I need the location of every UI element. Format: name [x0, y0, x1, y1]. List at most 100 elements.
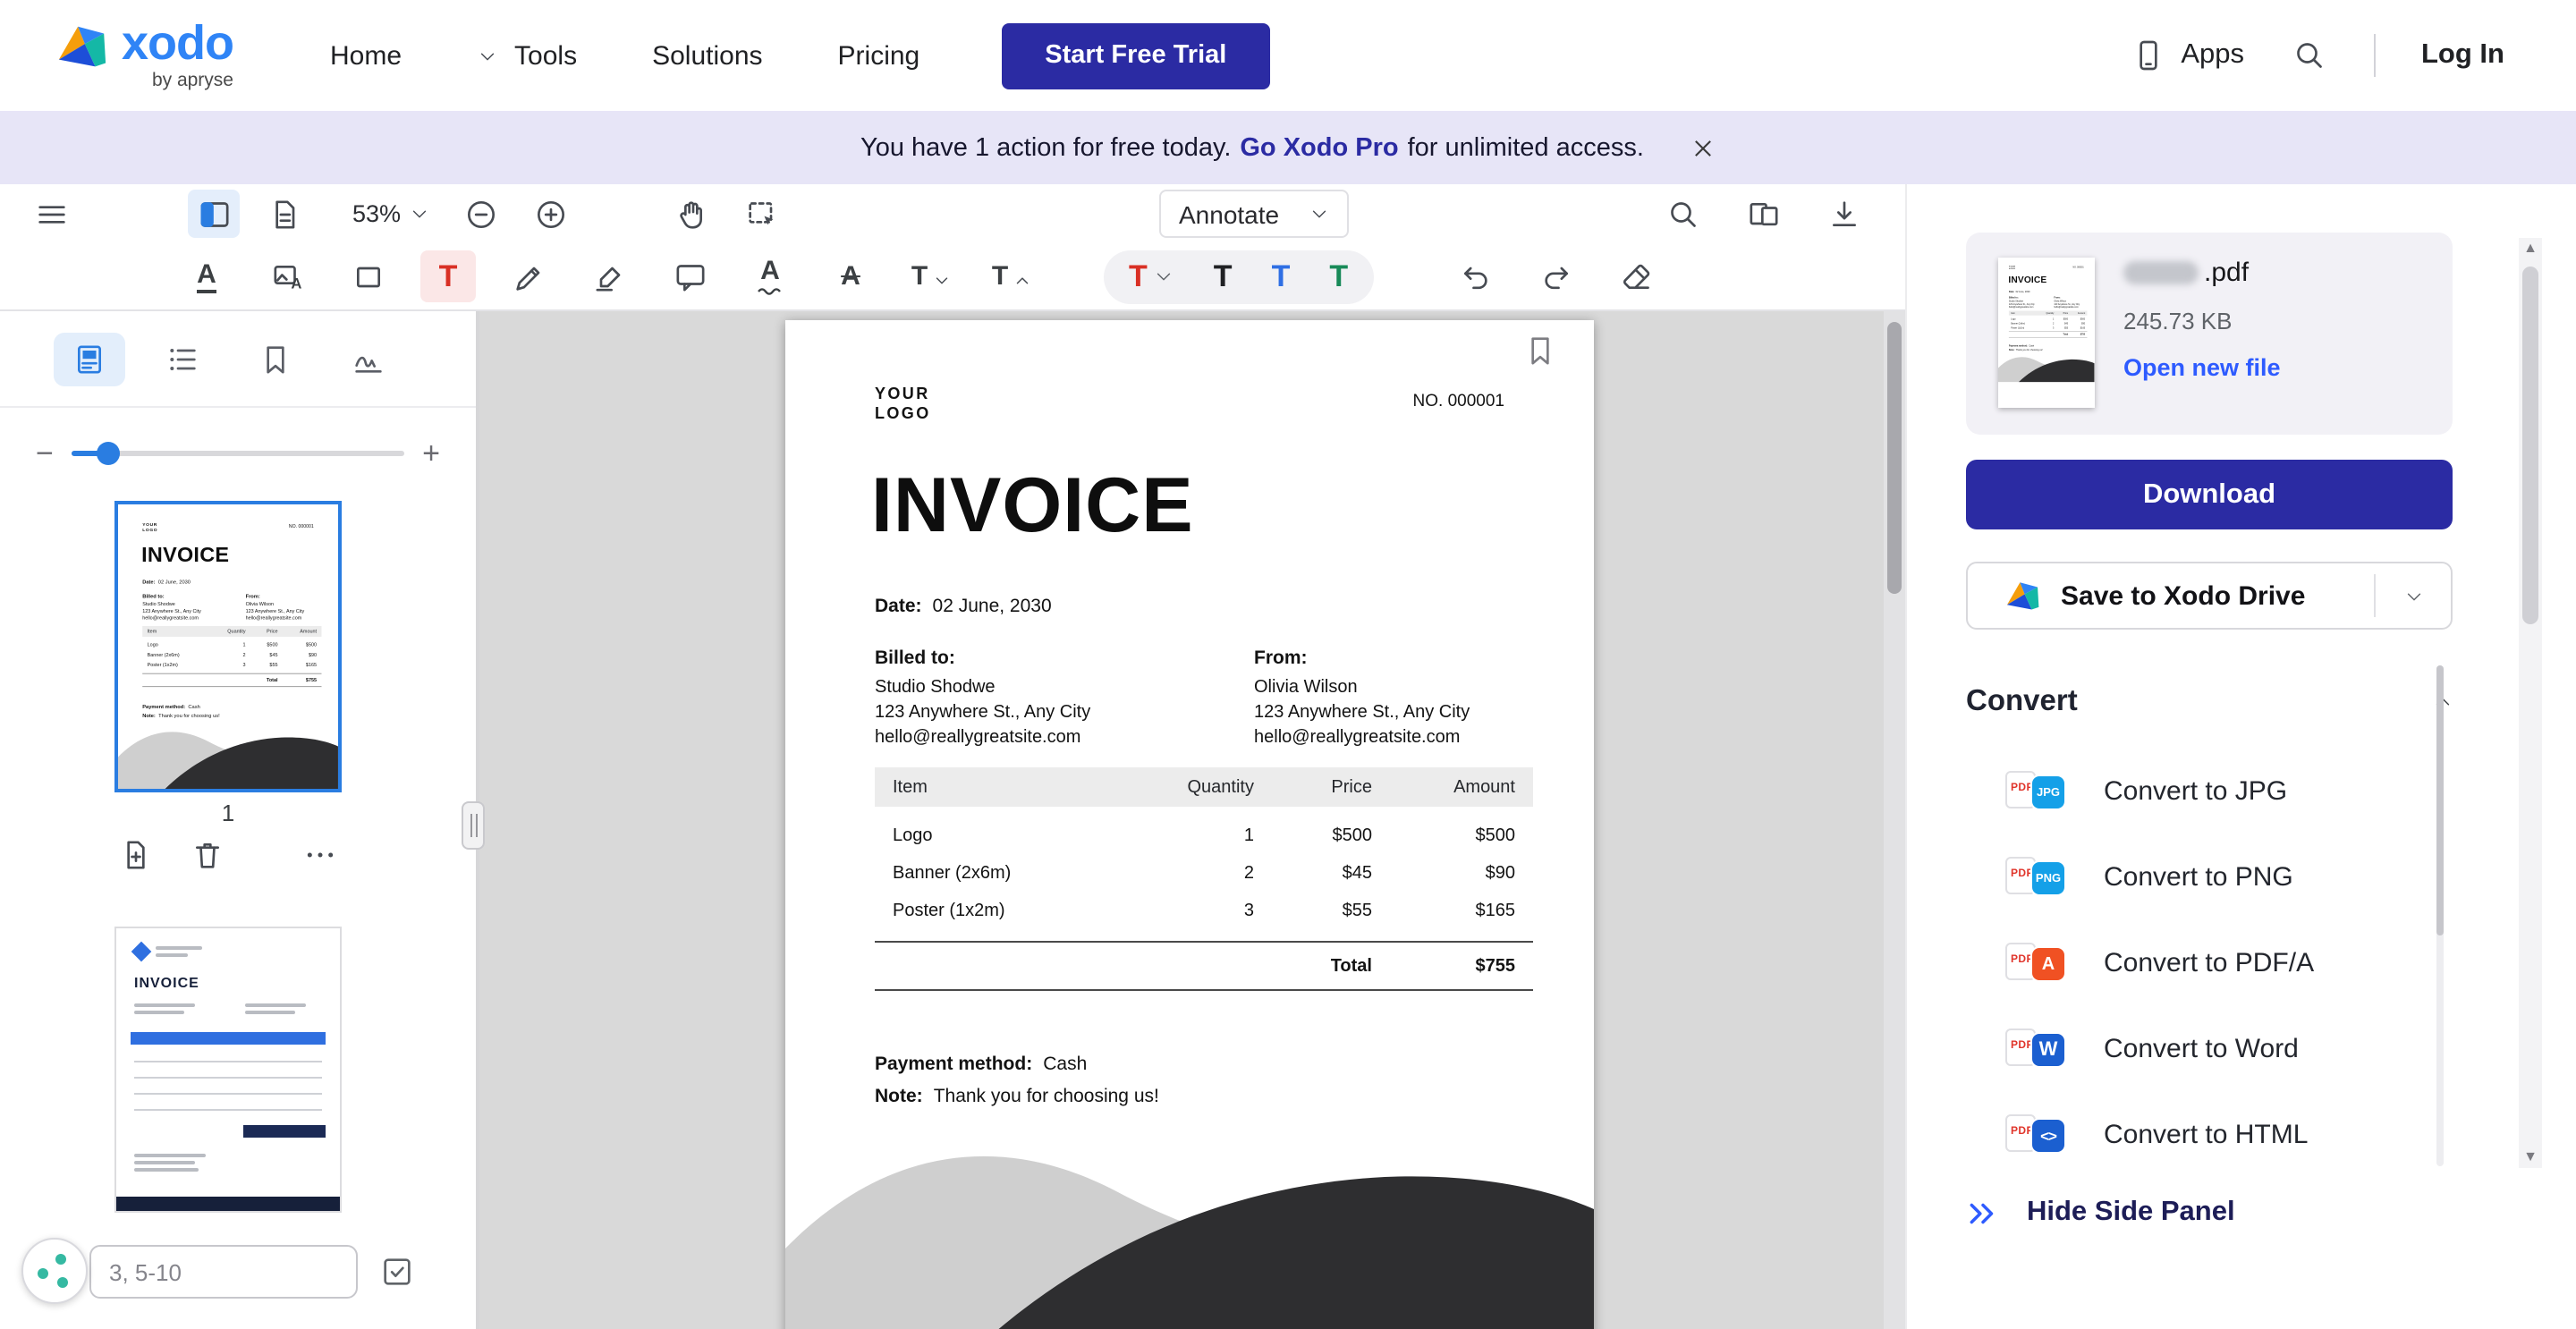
- hide-side-panel-button[interactable]: Hide Side Panel: [1966, 1182, 2235, 1243]
- search-icon[interactable]: [2291, 38, 2326, 73]
- file-name: .pdf: [2123, 258, 2281, 288]
- nav-links: Home Tools Solutions Pricing: [330, 40, 919, 71]
- document-viewport[interactable]: YOUR LOGO NO. 000001 INVOICE Date: 02 Jun…: [479, 311, 1905, 1329]
- caret-down-icon: [935, 277, 947, 284]
- panel-scrollbar-thumb[interactable]: [2522, 267, 2538, 624]
- underline-tool[interactable]: A: [179, 250, 234, 302]
- insert-page-button[interactable]: [114, 834, 157, 876]
- preset-black-text[interactable]: T: [1214, 261, 1233, 292]
- convert-section-toggle[interactable]: Convert: [1966, 685, 2453, 719]
- nav-home[interactable]: Home: [330, 40, 402, 71]
- convert-list-scrollbar-thumb[interactable]: [2436, 665, 2444, 935]
- thumbnail-size-slider[interactable]: [71, 441, 405, 464]
- preset-red-text[interactable]: T: [1129, 261, 1174, 292]
- comment-tool[interactable]: [662, 250, 717, 302]
- chevron-down-icon: [2406, 592, 2420, 600]
- annotate-toolbar: A A T A A T T T T T T: [0, 243, 1905, 311]
- page-number-label: 1: [221, 800, 235, 826]
- preset-green-text[interactable]: T: [1329, 261, 1348, 292]
- multi-view-button[interactable]: [1737, 190, 1789, 238]
- document-scrollbar-thumb[interactable]: [1887, 322, 1902, 594]
- zoom-control[interactable]: 53%: [352, 200, 429, 227]
- preset-blue-text[interactable]: T: [1272, 261, 1291, 292]
- insert-text-tool[interactable]: T: [903, 250, 959, 302]
- apps-menu[interactable]: Apps: [2131, 38, 2244, 73]
- image-annotation-tool[interactable]: A: [259, 250, 315, 302]
- panel-scrollbar[interactable]: ▲ ▼: [2519, 238, 2542, 1168]
- document-scrollbar[interactable]: [1884, 311, 1905, 1329]
- ellipsis-icon: [308, 852, 334, 858]
- cookie-consent-widget[interactable]: [21, 1238, 88, 1304]
- strikeout-tool[interactable]: A: [823, 250, 878, 302]
- invoice-footer-waves: [785, 1155, 1594, 1329]
- banner-text-prefix: You have 1 action for free today.: [860, 133, 1232, 162]
- start-free-trial-button[interactable]: Start Free Trial: [1002, 22, 1270, 89]
- squiggly-underline-tool[interactable]: A: [742, 250, 798, 302]
- zoom-in-button[interactable]: [524, 190, 576, 238]
- convert-to-word-item[interactable]: PDF W Convert to Word: [1966, 1005, 2453, 1091]
- convert-to-jpg-item[interactable]: PDF JPG Convert to JPG: [1966, 748, 2453, 834]
- document-view-button[interactable]: [258, 190, 309, 238]
- go-xodo-pro-link[interactable]: Go Xodo Pro: [1240, 133, 1398, 162]
- page-thumbnail-2[interactable]: INVOICE: [114, 927, 342, 1213]
- convert-list-scrollbar[interactable]: [2436, 665, 2444, 1166]
- rectangle-tool[interactable]: [340, 250, 395, 302]
- replace-text-tool[interactable]: T: [984, 250, 1039, 302]
- panel-resize-handle[interactable]: [462, 801, 485, 850]
- slider-knob[interactable]: [96, 441, 120, 464]
- page-panel-toggle[interactable]: [188, 190, 240, 238]
- tab-bookmarks[interactable]: [240, 333, 311, 386]
- nav-pricing[interactable]: Pricing: [838, 40, 920, 71]
- scroll-up-arrow[interactable]: ▲: [2519, 238, 2542, 259]
- xodo-logo[interactable]: xodo by apryse: [54, 20, 234, 91]
- scroll-down-arrow[interactable]: ▼: [2519, 1147, 2542, 1168]
- convert-list: PDF JPG Convert to JPG PDF PNG Convert to …: [1966, 748, 2453, 1177]
- page-bookmark-button[interactable]: [1522, 333, 1558, 368]
- ink-pen-tool[interactable]: [501, 250, 556, 302]
- redo-button[interactable]: [1529, 250, 1584, 302]
- hamburger-icon: [38, 205, 64, 223]
- redacted-file-name: [2123, 261, 2199, 284]
- thumbnail-size-decrease[interactable]: −: [36, 437, 54, 468]
- page-thumbnail-1[interactable]: YOUR LOGO NO. 000001 INVOICE Date: 02 Jun…: [114, 501, 342, 792]
- tab-signatures[interactable]: [333, 333, 404, 386]
- save-to-drive-button[interactable]: Save to Xodo Drive: [1966, 562, 2453, 630]
- add-page-icon: [126, 841, 145, 869]
- tab-page-thumbnails[interactable]: [54, 333, 125, 386]
- toolbar-mode-dropdown[interactable]: Annotate: [1159, 190, 1349, 238]
- search-document-button[interactable]: [1657, 190, 1708, 238]
- menu-button[interactable]: [25, 190, 77, 238]
- chevron-down-icon: [412, 210, 427, 218]
- zoom-out-button[interactable]: [454, 190, 506, 238]
- pan-tool-button[interactable]: [665, 190, 717, 238]
- highlighter-tool[interactable]: [581, 250, 637, 302]
- wavy-line-icon: [757, 288, 780, 295]
- delete-page-button[interactable]: [185, 834, 227, 876]
- document-icon: [275, 199, 294, 228]
- download-button[interactable]: Download: [1966, 460, 2453, 529]
- convert-to-png-item[interactable]: PDF PNG Convert to PNG: [1966, 834, 2453, 919]
- invoice-table-header: Item Quantity Price Amount: [875, 767, 1533, 807]
- convert-to-html-item[interactable]: PDF <> Convert to HTML: [1966, 1091, 2453, 1177]
- download-document-button[interactable]: [1818, 190, 1869, 238]
- invoice-billed-to: Billed to: Studio Shodwe 123 Anywhere St…: [875, 648, 1091, 748]
- free-text-tool[interactable]: T: [420, 250, 476, 302]
- thumbnail-size-increase[interactable]: +: [422, 437, 440, 468]
- zoom-out-icon: [467, 200, 495, 227]
- trash-icon: [195, 843, 218, 868]
- page-range-input[interactable]: [89, 1245, 358, 1299]
- banner-close-button[interactable]: [1690, 135, 1716, 160]
- eraser-button[interactable]: [1609, 250, 1665, 302]
- nav-solutions[interactable]: Solutions: [652, 40, 762, 71]
- nav-tools[interactable]: Tools: [477, 40, 577, 71]
- page-range-apply-button[interactable]: [379, 1254, 415, 1290]
- undo-button[interactable]: [1448, 250, 1504, 302]
- convert-to-pdfa-item[interactable]: PDF A Convert to PDF/A: [1966, 919, 2453, 1005]
- open-new-file-link[interactable]: Open new file: [2123, 354, 2281, 381]
- save-options-dropdown[interactable]: [2376, 586, 2451, 605]
- login-button[interactable]: Log In: [2421, 39, 2504, 72]
- page-more-options-button[interactable]: [300, 834, 342, 876]
- tab-outline[interactable]: [147, 333, 218, 386]
- file-thumbnail: YOUR LOGO NO. 000001 INVOICE Date:02 Jun…: [1998, 258, 2095, 408]
- select-tool-button[interactable]: [735, 190, 787, 238]
